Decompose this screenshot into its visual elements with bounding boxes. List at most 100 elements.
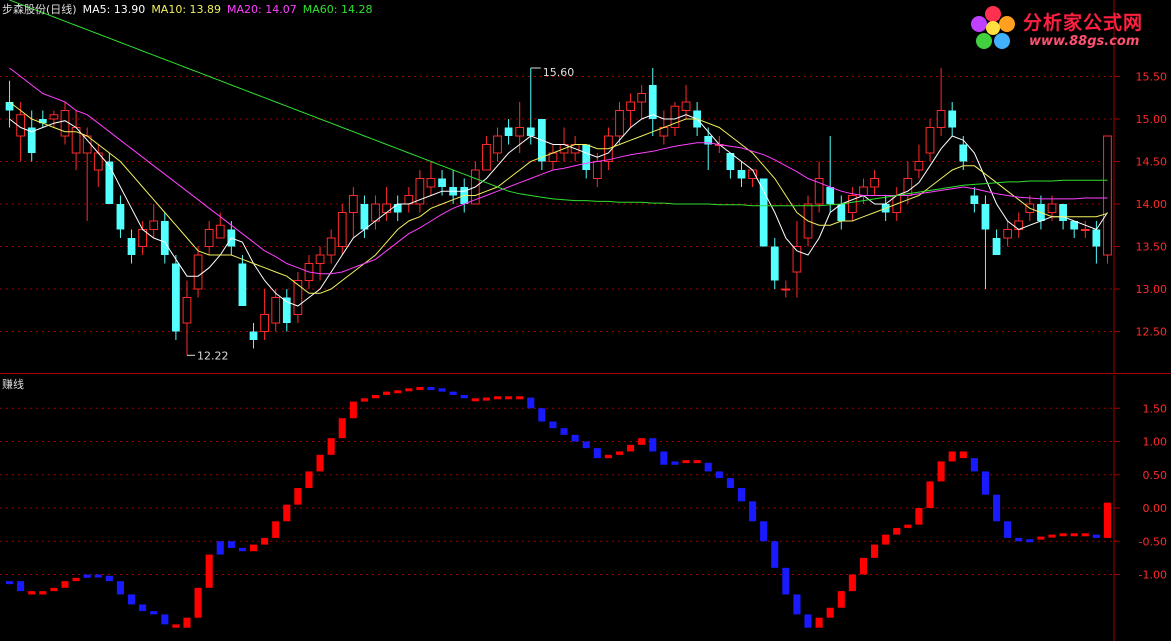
candle-body-down [526,127,535,136]
candle-body-up [848,195,857,213]
candle-body-down [105,161,114,204]
indicator-bar [1059,533,1067,537]
indicator-bar [227,541,235,548]
candle-body-down [737,170,746,179]
high-price-label: 15.60 [543,66,575,79]
indicator-bar [804,614,812,628]
indicator-bar [793,594,801,615]
price-panel[interactable]: 15.50 15.00 14.50 14.00 13.50 13.00 12.50 12.2… [0,0,1171,374]
candle-body-down [948,110,957,128]
indicator-bar [1081,533,1089,537]
indicator-bar [438,388,446,392]
candle-body-up [293,280,303,315]
indicator-tick-label: -0.50 [1139,535,1167,548]
indicator-bar [993,494,1001,522]
candle-body-up [49,114,59,120]
candle-body-down [992,238,1001,255]
indicator-bar [50,587,58,592]
indicator-bar [427,386,435,390]
indicator-bar [1092,534,1100,538]
price-tick-label: 14.50 [1136,156,1168,169]
low-price-label: 12.22 [197,349,229,362]
indicator-bar [926,481,934,508]
indicator-bar [959,451,967,459]
indicator-bar [216,541,224,555]
indicator-bar [316,454,324,472]
indicator-bar [871,544,879,558]
candle-body-down [160,221,169,255]
indicator-bar [937,461,945,482]
indicator-bar [493,396,502,400]
candle-body-up [193,254,203,290]
candle-body-down [770,246,779,281]
candle-body-up [204,229,214,247]
candle-body-down [438,178,446,187]
candle-body-up [215,224,225,239]
indicator-bar [859,557,868,575]
indicator-bar [760,521,768,542]
candle-body-up [592,161,602,179]
indicator-bar [1026,539,1034,543]
indicator-bar [604,454,612,459]
indicator-bar [527,397,535,409]
indicator-bar [1004,521,1012,538]
indicator-bar [83,574,91,578]
indicator-bar [105,575,113,582]
indicator-bar-chart[interactable]: 1.50 1.00 0.50 0.00 -0.50 -1.00 [0,375,1171,641]
indicator-bar [139,604,147,612]
watermark-title: 分析家公式网 [1023,12,1144,34]
candle-body-down [360,204,369,230]
indicator-tick-label: 1.50 [1143,402,1168,415]
indicator-bar [1070,533,1078,537]
ma5-value: MA5: 13.90 [82,3,146,16]
candle-body-up [1003,229,1013,239]
indicator-bar [283,504,291,522]
indicator-bar [172,624,180,628]
indicator-bar [826,607,834,618]
indicator-bar [394,390,402,394]
candle-body-up [1080,229,1090,231]
candle-body-up [615,110,624,137]
indicator-bar [405,388,413,392]
indicator-bar [28,591,36,595]
candle-body-up [781,288,791,291]
indicator-bar [771,541,779,568]
price-tick-label: 15.50 [1136,71,1168,84]
indicator-bar [837,591,845,608]
price-tick-label: 15.00 [1136,113,1168,126]
indicator-bar [416,386,424,390]
indicator-bar [349,401,357,419]
indicator-bar [882,534,890,545]
candlestick-chart[interactable]: 15.50 15.00 14.50 14.00 13.50 13.00 12.50 12.2… [0,0,1171,374]
candle-body-down [5,102,14,111]
candle-body-down [238,263,247,306]
candle-body-down [127,238,136,255]
indicator-bar [1015,537,1023,542]
candle-body-up [859,186,868,196]
indicator-bar [660,451,668,465]
indicator-bar [649,438,657,452]
candle-body-up [482,144,491,171]
indicator-bar [272,521,280,538]
price-grid [0,76,1114,332]
indicator-bar [815,617,823,628]
candle-body-down [1059,204,1067,221]
indicator-bar [460,394,468,399]
candle-body-down [981,204,990,230]
price-tick-label: 13.00 [1136,283,1168,296]
candle-body-down [172,263,180,332]
indicator-bar [305,471,313,489]
moving-averages-layer [9,0,1108,307]
indicator-bar [249,544,258,552]
candle-body-up [870,178,879,188]
indicator-bar [560,428,568,435]
candle-body-up [936,110,946,128]
indicator-bar [782,567,790,595]
candle-body-up [326,237,336,256]
indicator-title: 赚线 [2,378,24,391]
indicator-panel[interactable]: 1.50 1.00 0.50 0.00 -0.50 -1.00 赚线 [0,375,1171,641]
candle-body-down [1092,229,1101,247]
candle-body-down [759,178,768,247]
indicator-bar [116,581,124,595]
candle-body-down [970,195,979,204]
